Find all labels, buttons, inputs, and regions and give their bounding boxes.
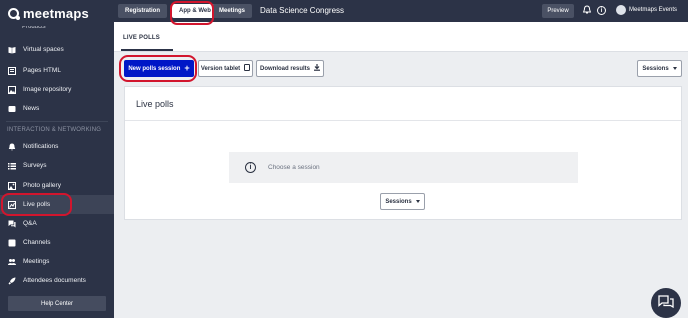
dropdown-label: Sessions [385, 198, 412, 205]
sidebar-item-live-polls[interactable]: Live polls [0, 195, 114, 214]
sidebar-item-label: Q&A [23, 220, 37, 227]
sidebar-item-label: Pages HTML [23, 67, 61, 74]
sidebar-item-products[interactable]: Products [22, 26, 46, 31]
sidebar-item-meetings[interactable]: Meetings [0, 252, 114, 271]
rocket-icon [8, 277, 16, 285]
user-name[interactable]: Meetmaps Events [629, 7, 677, 13]
sidebar-item-pages-html[interactable]: Pages HTML [0, 61, 114, 80]
info-icon[interactable]: i [597, 6, 606, 15]
sidebar-item-surveys[interactable]: Surveys [0, 156, 114, 175]
user-avatar[interactable] [616, 5, 626, 15]
tab-registration[interactable]: Registration [118, 4, 168, 18]
dropdown-label: Sessions [642, 65, 669, 72]
tab-meetings[interactable]: Meetings [212, 4, 253, 18]
sidebar-item-label: Image repository [23, 86, 72, 93]
news-icon [8, 105, 16, 113]
sidebar-item-label: Notifications [23, 143, 59, 150]
sidebar-item-label: Channels [23, 239, 51, 246]
button-label: Download results [259, 65, 310, 72]
page-tab-bar: LIVE POLLS [114, 22, 688, 52]
event-title: Data Science Congress [260, 6, 345, 15]
meetings-icon [8, 258, 16, 266]
image-icon [8, 85, 16, 94]
chat-icon [658, 295, 674, 311]
sidebar-item-news[interactable]: News [0, 99, 114, 118]
book-icon [8, 46, 16, 54]
choose-session-notice: i Choose a session [229, 152, 578, 183]
sidebar-item-label: Virtual spaces [23, 46, 64, 53]
sidebar-item-label: Photo gallery [23, 182, 61, 189]
button-label: New polls session [128, 65, 181, 72]
sidebar-item-virtual-spaces[interactable]: Virtual spaces [0, 40, 114, 59]
sidebar-item-label: Surveys [23, 162, 47, 169]
sidebar-item-attendees-documents[interactable]: Attendees documents [0, 271, 114, 290]
logo-text: meetmaps [23, 5, 89, 21]
sidebar-item-label: Attendees documents [23, 277, 86, 284]
logo[interactable]: meetmaps [8, 5, 89, 21]
sidebar-item-label: Live polls [23, 201, 51, 208]
list-icon [8, 162, 16, 170]
notice-text: Choose a session [268, 164, 320, 171]
active-tab-indicator [121, 49, 173, 51]
caret-down-icon [415, 200, 420, 203]
preview-button[interactable]: Preview [542, 4, 574, 18]
sidebar-item-photo-gallery[interactable]: Photo gallery [0, 176, 114, 195]
meetmaps-logo-icon [8, 7, 20, 20]
version-tablet-button[interactable]: Version tablet [198, 60, 253, 77]
chart-icon [8, 200, 16, 209]
sessions-dropdown-card[interactable]: Sessions [380, 193, 425, 210]
sidebar-item-channels[interactable]: Channels [0, 233, 114, 252]
sidebar: meetmaps Products Virtual spaces Pages H… [0, 0, 114, 318]
sidebar-item-label: News [23, 105, 40, 112]
tab-live-polls[interactable]: LIVE POLLS [123, 35, 160, 41]
sidebar-section-label: INTERACTION & NETWORKING [7, 127, 102, 133]
help-center-button[interactable]: Help Center [8, 296, 106, 311]
notifications-bell-icon[interactable] [582, 5, 592, 15]
sidebar-divider [6, 121, 108, 122]
bell-icon [8, 143, 16, 151]
page-icon [8, 66, 16, 75]
sidebar-item-notifications[interactable]: Notifications [0, 137, 114, 156]
caret-down-icon [672, 67, 677, 70]
photo-icon [8, 181, 16, 190]
sessions-dropdown-top[interactable]: Sessions [637, 60, 682, 77]
tablet-icon [244, 64, 251, 73]
button-label: Version tablet [200, 65, 241, 72]
sidebar-item-qa[interactable]: Q&A [0, 214, 114, 233]
info-circle-icon: i [245, 162, 256, 173]
sidebar-item-image-repository[interactable]: Image repository [0, 80, 114, 99]
download-results-button[interactable]: Download results [256, 60, 324, 77]
card-divider [125, 120, 681, 121]
channels-icon [8, 239, 16, 247]
card-title: Live polls [136, 99, 174, 109]
tab-app-web[interactable]: App & Web [172, 4, 218, 18]
new-polls-session-button[interactable]: New polls session + [124, 60, 194, 77]
qa-icon [8, 220, 16, 228]
chat-support-button[interactable] [651, 288, 681, 318]
top-bar: Registration App & Web Meetings Data Sci… [114, 0, 688, 22]
download-icon [314, 64, 320, 73]
plus-icon: + [184, 63, 190, 73]
sidebar-item-label: Meetings [23, 258, 50, 265]
